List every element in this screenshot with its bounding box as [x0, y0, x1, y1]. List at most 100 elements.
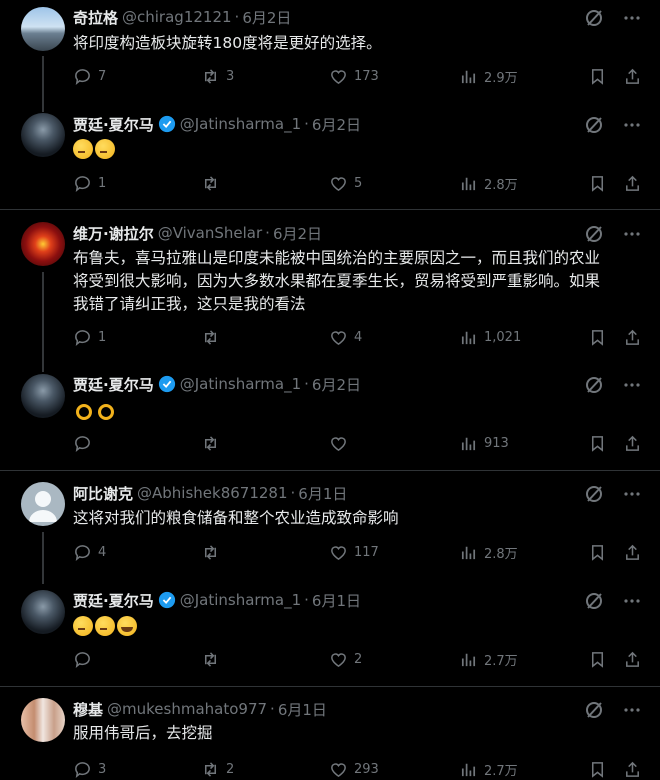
- views-button[interactable]: 2.7万: [459, 650, 518, 669]
- tweet-date[interactable]: 6月1日: [278, 699, 327, 720]
- tweet-date[interactable]: 6月1日: [298, 483, 347, 504]
- retweet-button[interactable]: [201, 650, 226, 669]
- reply-button[interactable]: 1: [73, 328, 106, 347]
- grok-icon[interactable]: [584, 115, 604, 135]
- user-handle[interactable]: @Abhishek8671281: [137, 484, 288, 502]
- user-handle[interactable]: @mukeshmahato977: [107, 700, 267, 718]
- reply-button[interactable]: 3: [73, 760, 106, 779]
- display-name[interactable]: 贾廷·夏尔马: [73, 114, 154, 135]
- display-name[interactable]: 奇拉格: [73, 7, 118, 28]
- user-handle[interactable]: @Jatinsharma_1: [180, 375, 301, 393]
- more-icon[interactable]: [622, 8, 642, 28]
- views-button[interactable]: 2.9万: [459, 67, 518, 86]
- share-button[interactable]: [623, 174, 642, 193]
- views-button[interactable]: 2.8万: [459, 543, 518, 562]
- share-button[interactable]: [623, 67, 642, 86]
- views-count: 2.8万: [484, 547, 518, 562]
- user-handle[interactable]: @VivanShelar: [158, 224, 262, 242]
- retweet-button[interactable]: [201, 328, 226, 347]
- like-button[interactable]: 117: [329, 543, 379, 562]
- bookmark-button[interactable]: [588, 434, 607, 453]
- more-icon[interactable]: [622, 375, 642, 395]
- more-icon[interactable]: [622, 115, 642, 135]
- more-icon[interactable]: [622, 591, 642, 611]
- avatar[interactable]: [21, 698, 65, 742]
- bookmark-button[interactable]: [588, 760, 607, 779]
- like-button[interactable]: 5: [329, 174, 362, 193]
- display-name[interactable]: 贾廷·夏尔马: [73, 590, 154, 611]
- share-button[interactable]: [623, 650, 642, 669]
- tweet-top-icons: [584, 375, 642, 395]
- bookmark-icon: [591, 330, 604, 346]
- bookmark-button[interactable]: [588, 650, 607, 669]
- tweet-header: 贾廷·夏尔马 @Jatinsharma_1 · 6月2日: [73, 113, 361, 135]
- avatar[interactable]: [21, 7, 65, 51]
- user-handle[interactable]: @Jatinsharma_1: [180, 115, 301, 133]
- avatar[interactable]: [21, 590, 65, 634]
- more-icon[interactable]: [622, 484, 642, 504]
- like-button[interactable]: 4: [329, 328, 362, 347]
- reply-button[interactable]: [73, 650, 98, 669]
- like-button[interactable]: 173: [329, 67, 379, 86]
- tweet-date[interactable]: 6月1日: [312, 590, 361, 611]
- share-icon: [626, 651, 639, 667]
- grok-icon[interactable]: [584, 375, 604, 395]
- divider: [0, 470, 660, 471]
- grok-icon[interactable]: [584, 484, 604, 504]
- display-name[interactable]: 穆基: [73, 699, 103, 720]
- tweet-text-line: 将受到很大影响，因为大多数水果都在夏季生长，贸易将受到严重影响。如果: [73, 272, 601, 290]
- reply-button[interactable]: [73, 434, 98, 453]
- like-button[interactable]: [329, 434, 354, 453]
- grok-icon[interactable]: [584, 8, 604, 28]
- retweet-button[interactable]: [201, 174, 226, 193]
- views-icon: [461, 763, 476, 777]
- grok-icon[interactable]: [584, 591, 604, 611]
- thinking-emoji-icon: [73, 616, 93, 636]
- like-button[interactable]: 293: [329, 760, 379, 779]
- share-button[interactable]: [623, 328, 642, 347]
- display-name[interactable]: 阿比谢克: [73, 483, 133, 504]
- reply-button[interactable]: 1: [73, 174, 106, 193]
- reply-button[interactable]: 4: [73, 543, 106, 562]
- share-button[interactable]: [623, 543, 642, 562]
- views-button[interactable]: 1,021: [459, 328, 521, 347]
- grok-icon[interactable]: [584, 224, 604, 244]
- views-button[interactable]: 2.8万: [459, 174, 518, 193]
- more-icon[interactable]: [622, 224, 642, 244]
- bookmark-icon: [591, 176, 604, 192]
- bookmark-button[interactable]: [588, 174, 607, 193]
- tweet-date[interactable]: 6月2日: [312, 114, 361, 135]
- views-count: 2.8万: [484, 178, 518, 193]
- tweet-date[interactable]: 6月2日: [242, 7, 291, 28]
- bookmark-button[interactable]: [588, 67, 607, 86]
- reply-count: 1: [98, 176, 107, 191]
- bookmark-icon: [591, 69, 604, 85]
- share-button[interactable]: [623, 434, 642, 453]
- bookmark-button[interactable]: [588, 543, 607, 562]
- more-icon[interactable]: [622, 700, 642, 720]
- user-handle[interactable]: @chirag12121: [122, 8, 232, 26]
- share-icon: [626, 68, 639, 84]
- tweet-date[interactable]: 6月2日: [312, 374, 361, 395]
- retweet-button[interactable]: [201, 543, 226, 562]
- tweet-text-line: 我错了请纠正我，这只是我的看法: [73, 295, 306, 313]
- tweet-date[interactable]: 6月2日: [273, 223, 322, 244]
- retweet-button[interactable]: [201, 434, 226, 453]
- reply-button[interactable]: 7: [73, 67, 106, 86]
- retweet-button[interactable]: 3: [201, 67, 234, 86]
- display-name[interactable]: 维万·谢拉尔: [73, 223, 154, 244]
- grok-icon[interactable]: [584, 700, 604, 720]
- views-button[interactable]: 2.7万: [459, 760, 518, 779]
- user-handle[interactable]: @Jatinsharma_1: [180, 591, 301, 609]
- avatar[interactable]: [21, 113, 65, 157]
- share-icon: [626, 329, 639, 345]
- share-button[interactable]: [623, 760, 642, 779]
- avatar[interactable]: [21, 482, 65, 526]
- avatar[interactable]: [21, 222, 65, 266]
- retweet-button[interactable]: 2: [201, 760, 234, 779]
- bookmark-button[interactable]: [588, 328, 607, 347]
- avatar[interactable]: [21, 374, 65, 418]
- like-button[interactable]: 2: [329, 650, 362, 669]
- views-button[interactable]: 913: [459, 434, 509, 453]
- display-name[interactable]: 贾廷·夏尔马: [73, 374, 154, 395]
